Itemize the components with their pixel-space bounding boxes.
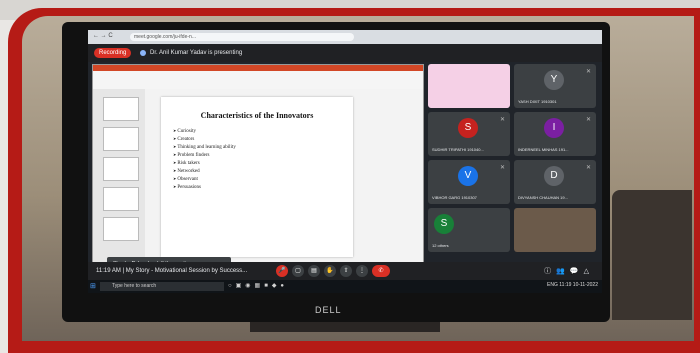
more-options-button[interactable]: ⋮ (356, 265, 368, 277)
participant-grid: Y ✕ YASH DIXIT 1910301 S ✕ SUDHIR TRIPAT… (428, 64, 600, 274)
participant-tile-presenter[interactable] (428, 64, 510, 108)
slide-bullet: Problem finders (173, 151, 236, 159)
participant-name: 12 others (432, 243, 449, 248)
meet-side-icons[interactable]: ⓘ👥💬△ (544, 266, 594, 276)
slide-thumbnail[interactable] (103, 217, 139, 241)
participant-name: SUDHIR TRIPATHI 191040... (432, 147, 484, 152)
participant-avatar: D (544, 166, 564, 186)
participant-tile[interactable]: Y ✕ YASH DIXIT 1910301 (514, 64, 596, 108)
monitor-brand-logo: DELL (315, 305, 342, 315)
slide-thumbnail[interactable] (103, 97, 139, 121)
slide-title: Characteristics of the Innovators (200, 111, 314, 120)
powerpoint-ribbon (93, 65, 423, 89)
slide-bullet: Curiosity (173, 127, 236, 135)
taskbar-search-input[interactable]: Type here to search (100, 282, 224, 291)
presenting-text: Dr. Anil Kumar Yadav is presenting (150, 50, 243, 56)
slide-bullet: Persuasions (173, 183, 236, 191)
end-call-button[interactable]: ✆ (372, 265, 390, 277)
mic-muted-icon: ✕ (499, 165, 505, 171)
slide-bullet: Creators (173, 135, 236, 143)
participant-name: INDERNEEL MINHAS 191... (518, 147, 569, 152)
mic-muted-icon: ✕ (585, 117, 591, 123)
meeting-title: 11:19 AM | My Story - Motivational Sessi… (96, 268, 248, 274)
slide-bullet: Thinking and learning ability (173, 143, 235, 151)
raise-hand-button[interactable]: ✋ (324, 265, 336, 277)
taskbar-app-icons[interactable]: ○▣◉▦■◆● (228, 282, 288, 289)
participant-name: DIVYANSH CHAUHAN 19... (518, 195, 568, 200)
captions-button[interactable]: ▤ (308, 265, 320, 277)
system-tray: ENG 11:19 10-11-2022 (547, 282, 598, 288)
participant-tile[interactable]: V ✕ VIBHOR GARG 1910307 (428, 160, 510, 204)
windows-start-icon[interactable]: ⊞ (90, 283, 96, 290)
participant-tile[interactable]: D ✕ DIVYANSH CHAUHAN 19... (514, 160, 596, 204)
shared-presentation-window: Characteristics of the Innovators Curios… (92, 64, 424, 276)
meet-top-bar: Recording Dr. Anil Kumar Yadav is presen… (88, 44, 602, 62)
slide-thumbnails-panel (93, 89, 145, 275)
slide-bullets: Curiosity Creators Thinking and learning… (173, 127, 236, 191)
browser-toolbar: ← → C meet.google.com/ju-ifde-n... (88, 30, 602, 44)
slide-thumbnail[interactable] (103, 127, 139, 151)
mic-button[interactable]: 🎤 (276, 265, 288, 277)
recording-badge[interactable]: Recording (94, 48, 132, 58)
address-bar[interactable]: meet.google.com/ju-ifde-n... (130, 33, 354, 41)
participant-tile-others[interactable]: S 12 others (428, 208, 510, 252)
browser-nav-icons[interactable]: ← → C (93, 33, 113, 39)
present-button[interactable]: ⇧ (340, 265, 352, 277)
windows-taskbar: ⊞ Type here to search ○▣◉▦■◆● ENG 11:19 … (88, 280, 602, 293)
participant-avatar: I (544, 118, 564, 138)
participant-tile[interactable]: I ✕ INDERNEEL MINHAS 191... (514, 112, 596, 156)
presenting-icon (140, 50, 146, 56)
participant-avatar: S (434, 214, 454, 234)
monitor-screen: ← → C meet.google.com/ju-ifde-n... Recor… (88, 30, 602, 293)
participant-tile[interactable]: S ✕ SUDHIR TRIPATHI 191040... (428, 112, 510, 156)
monitor-stand (250, 322, 440, 332)
camera-button[interactable]: ▢ (292, 265, 304, 277)
participant-name: VIBHOR GARG 1910307 (432, 195, 477, 200)
mic-muted-icon: ✕ (585, 165, 591, 171)
mic-muted-icon: ✕ (499, 117, 505, 123)
mic-muted-icon: ✕ (585, 69, 591, 75)
participant-avatar: Y (544, 70, 564, 90)
slide-bullet: Risk takers (173, 159, 236, 167)
participant-tile-self-video[interactable] (514, 208, 596, 252)
slide-bullet: Networked (173, 167, 236, 175)
participant-name: YASH DIXIT 1910301 (518, 99, 557, 104)
chair (612, 190, 692, 320)
slide-thumbnail[interactable] (103, 157, 139, 181)
slide-bullet: Observant (173, 175, 236, 183)
participant-avatar: V (458, 166, 478, 186)
slide-thumbnail[interactable] (103, 187, 139, 211)
current-slide: Characteristics of the Innovators Curios… (161, 97, 353, 257)
meet-bottom-bar: 11:19 AM | My Story - Motivational Sessi… (88, 262, 602, 280)
participant-avatar: S (458, 118, 478, 138)
